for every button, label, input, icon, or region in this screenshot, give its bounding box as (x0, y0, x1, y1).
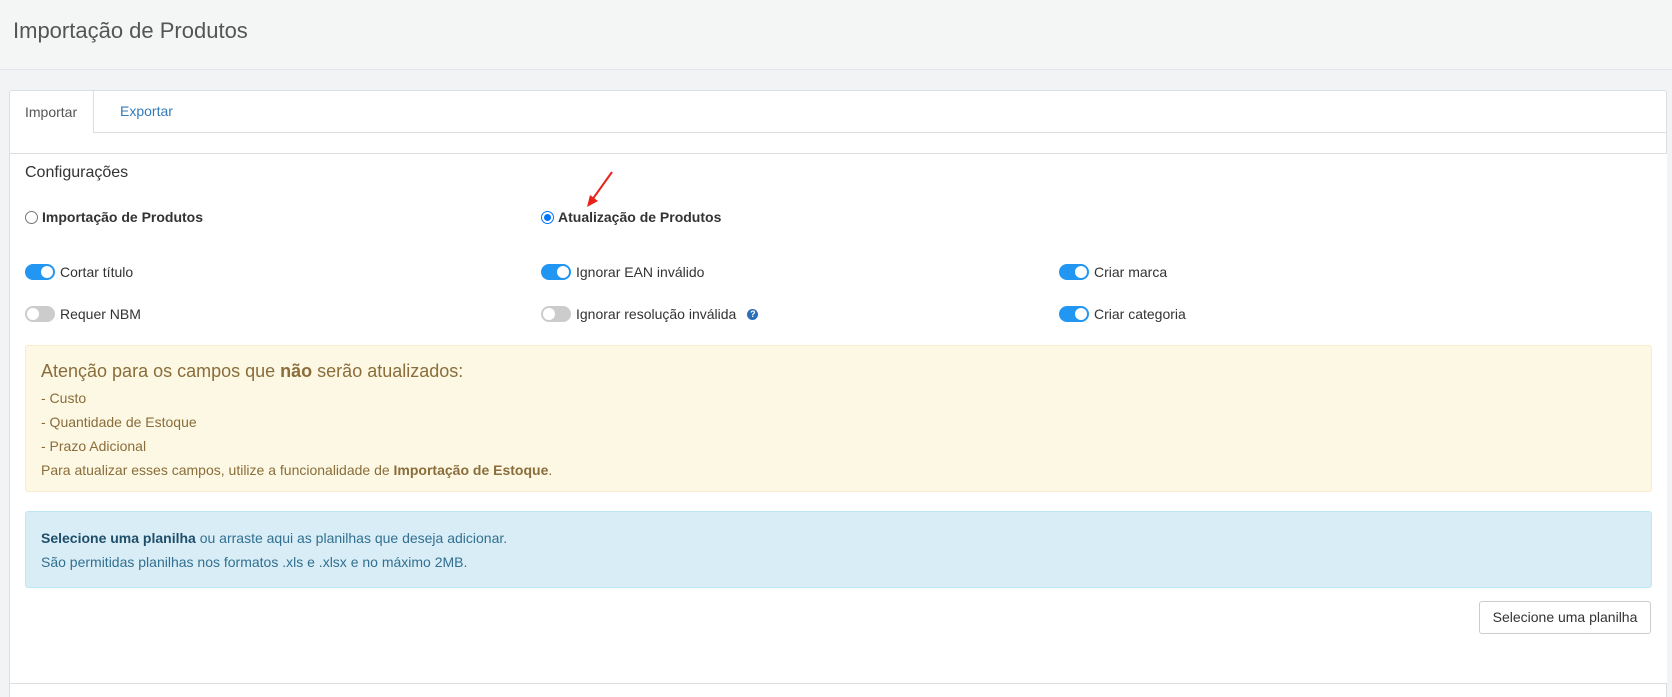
config-panel: Configurações Importação de Produtos Atu… (10, 153, 1667, 684)
page-header: Importação de Produtos (0, 0, 1672, 70)
tab-bar: Importar Exportar (9, 90, 1667, 134)
warning-item: - Custo (41, 390, 87, 406)
criar-marca-switch[interactable] (1059, 264, 1089, 280)
page-title: Importação de Produtos (13, 18, 248, 43)
toggle-ignorar-resolucao[interactable]: Ignorar resolução inválida ? (541, 306, 759, 322)
warning-alert: Atenção para os campos que não serão atu… (25, 345, 1652, 492)
mode-update-label: Atualização de Produtos (558, 209, 722, 225)
toggle-requer-nbm[interactable]: Requer NBM (25, 306, 141, 322)
annotation-arrow-icon (587, 171, 613, 207)
criar-categoria-switch[interactable] (1059, 306, 1089, 322)
upload-format-note: São permitidas planilhas nos formatos .x… (41, 554, 468, 570)
tab-exportar[interactable]: Exportar (105, 90, 188, 134)
warning-item: - Quantidade de Estoque (41, 414, 197, 430)
toggle-cortar-titulo[interactable]: Cortar título (25, 264, 133, 280)
criar-categoria-label: Criar categoria (1094, 306, 1186, 322)
select-sheet-link[interactable]: Selecione uma planilha (41, 530, 196, 546)
upload-dropzone[interactable]: Selecione uma planilha ou arraste aqui a… (25, 511, 1652, 588)
tab-importar[interactable]: Importar (9, 90, 94, 134)
toggle-criar-marca[interactable]: Criar marca (1059, 264, 1167, 280)
ignorar-resolucao-label: Ignorar resolução inválida (576, 306, 737, 322)
mode-import-label: Importação de Produtos (42, 209, 204, 225)
question-circle-icon[interactable]: ? (747, 308, 759, 320)
cortar-titulo-switch[interactable] (25, 264, 55, 280)
ignorar-ean-label: Ignorar EAN inválido (576, 264, 705, 280)
mode-update-radio[interactable] (541, 210, 554, 224)
criar-marca-label: Criar marca (1094, 264, 1168, 280)
cortar-titulo-label: Cortar título (60, 264, 134, 280)
warning-item: - Prazo Adicional (41, 438, 147, 454)
config-title: Configurações (25, 164, 129, 181)
select-sheet-button[interactable]: Selecione uma planilha (1479, 601, 1651, 634)
mode-update-option[interactable]: Atualização de Produtos (541, 209, 721, 225)
mode-import-option[interactable]: Importação de Produtos (25, 209, 203, 225)
ignorar-ean-switch[interactable] (541, 264, 571, 280)
toggle-ignorar-ean[interactable]: Ignorar EAN inválido (541, 264, 704, 280)
upload-instructions: Selecione uma planilha ou arraste aqui a… (41, 530, 508, 546)
warning-note: Para atualizar esses campos, utilize a f… (41, 462, 553, 478)
requer-nbm-switch[interactable] (25, 306, 55, 322)
toggle-criar-categoria[interactable]: Criar categoria (1059, 306, 1186, 322)
tab-content: Configurações Importação de Produtos Atu… (9, 133, 1667, 697)
ignorar-resolucao-switch[interactable] (541, 306, 571, 322)
requer-nbm-label: Requer NBM (60, 306, 141, 322)
warning-title: Atenção para os campos que não serão atu… (41, 361, 464, 381)
mode-import-radio[interactable] (25, 210, 38, 224)
